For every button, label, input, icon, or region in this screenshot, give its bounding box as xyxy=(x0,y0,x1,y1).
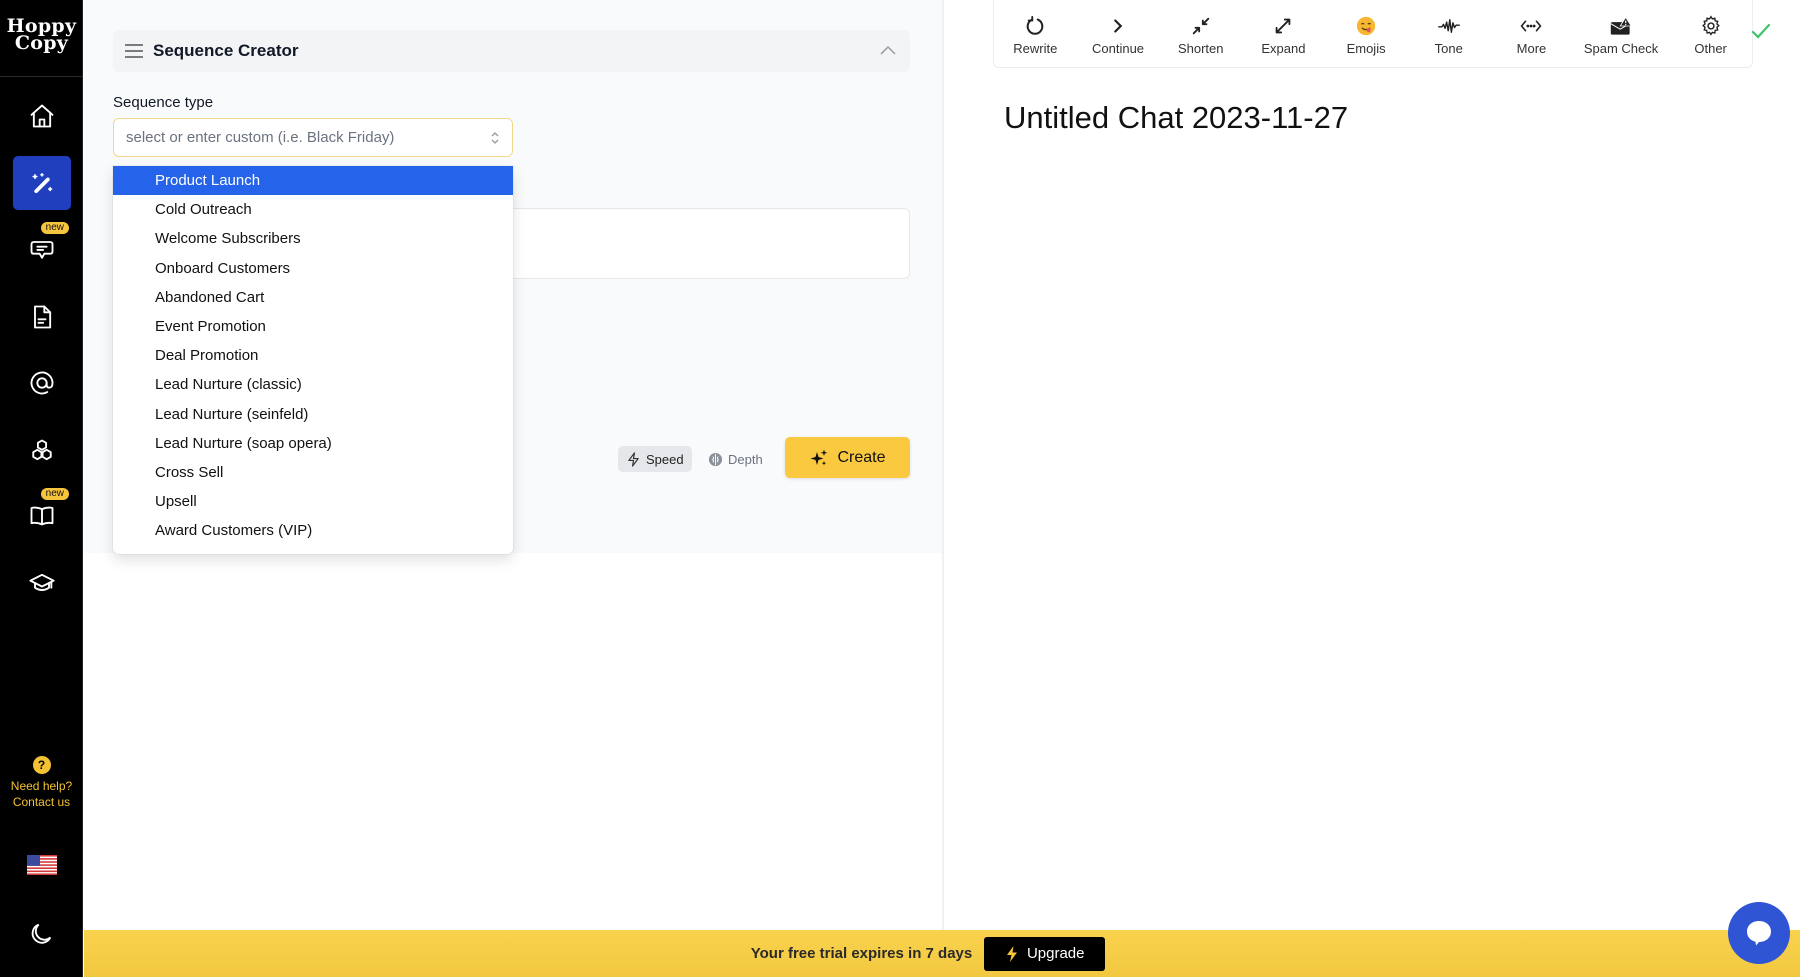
chevron-right-icon xyxy=(1114,19,1123,33)
new-badge: new xyxy=(40,488,69,500)
help-line-1: Need help? xyxy=(10,779,73,793)
us-flag-icon[interactable] xyxy=(27,855,57,875)
sidebar-item-documents[interactable] xyxy=(13,290,71,344)
depth-mode-toggle[interactable]: Depth xyxy=(700,446,771,472)
dropdown-option[interactable]: Welcome Subscribers xyxy=(113,224,513,253)
panel-divider[interactable] xyxy=(942,0,944,930)
tool-label: Shorten xyxy=(1177,41,1224,56)
sequence-type-label: Sequence type xyxy=(113,94,214,111)
trial-message: Your free trial expires in 7 days xyxy=(750,945,973,962)
editor-toolbar: Rewrite Continue Shorten Expand Emojis T… xyxy=(993,0,1753,68)
select-updown-icon xyxy=(491,132,499,144)
check-icon xyxy=(1751,23,1771,39)
tool-continue[interactable]: Continue xyxy=(1077,11,1160,56)
gear-icon xyxy=(1701,15,1720,36)
chat-title[interactable]: Untitled Chat 2023-11-27 xyxy=(1004,100,1348,136)
chat-icon xyxy=(30,241,54,259)
sidebar-divider xyxy=(0,76,83,77)
logo[interactable]: Hoppy Copy xyxy=(0,17,83,54)
dropdown-option[interactable]: Onboard Customers xyxy=(113,254,513,283)
home-icon xyxy=(30,104,54,128)
sidebar-item-academy[interactable] xyxy=(13,556,71,610)
create-label: Create xyxy=(837,448,886,466)
tool-label: Tone xyxy=(1434,41,1463,56)
sidebar-item-templates[interactable] xyxy=(13,424,71,478)
moon-icon[interactable] xyxy=(27,920,55,948)
upgrade-button[interactable]: Upgrade xyxy=(984,936,1106,971)
sequence-type-placeholder: select or enter custom (i.e. Black Frida… xyxy=(126,129,395,146)
sidebar-item-sequence-creator[interactable] xyxy=(13,156,71,210)
sidebar-item-library[interactable]: new xyxy=(13,488,71,542)
brain-icon xyxy=(708,452,723,466)
tool-label: Spam Check xyxy=(1583,41,1659,56)
dropdown-option[interactable]: Upsell xyxy=(113,487,513,516)
chevron-up-icon[interactable] xyxy=(880,45,896,55)
sidebar-item-email[interactable] xyxy=(13,356,71,410)
tool-label: Rewrite xyxy=(1013,41,1058,56)
document-icon xyxy=(34,305,52,329)
help-contact-link[interactable]: ? Need help? Contact us xyxy=(0,756,83,810)
tool-label: Expand xyxy=(1261,41,1306,56)
expand-icon xyxy=(1276,18,1291,34)
rewrite-icon xyxy=(1027,15,1044,35)
help-line-2: Contact us xyxy=(12,795,71,809)
graduation-cap-icon xyxy=(29,573,55,591)
dropdown-option[interactable]: Deal Promotion xyxy=(113,341,513,370)
at-sign-icon xyxy=(30,371,54,395)
emoji-icon xyxy=(1356,16,1376,36)
cubes-icon xyxy=(32,439,52,461)
lightning-icon xyxy=(628,451,639,467)
tool-other[interactable]: Other xyxy=(1669,11,1752,56)
tool-rewrite[interactable]: Rewrite xyxy=(994,11,1077,56)
magic-wand-icon xyxy=(32,172,53,194)
panel-title: Sequence Creator xyxy=(153,41,299,60)
help-icon: ? xyxy=(32,756,51,774)
hamburger-menu-icon[interactable] xyxy=(124,44,144,58)
tool-label: Continue xyxy=(1092,41,1145,56)
shorten-icon xyxy=(1192,17,1209,35)
sequence-creator-header[interactable]: Sequence Creator xyxy=(113,30,910,72)
tool-spam-check[interactable]: Spam Check xyxy=(1573,11,1669,56)
depth-label: Depth xyxy=(728,451,763,467)
tool-label: Other xyxy=(1694,41,1727,56)
upgrade-label: Upgrade xyxy=(1026,945,1085,962)
sequence-type-select[interactable]: select or enter custom (i.e. Black Frida… xyxy=(113,118,513,157)
tool-label: More xyxy=(1516,41,1547,56)
dropdown-option[interactable]: Lead Nurture (soap opera) xyxy=(113,429,513,458)
lightning-icon xyxy=(1006,945,1017,962)
tool-expand[interactable]: Expand xyxy=(1242,11,1325,56)
dropdown-option[interactable]: Lead Nurture (seinfeld) xyxy=(113,400,513,429)
tool-shorten[interactable]: Shorten xyxy=(1159,11,1242,56)
logo-line-2: Copy xyxy=(14,32,69,54)
support-chat-button[interactable] xyxy=(1728,902,1790,964)
trial-banner: Your free trial expires in 7 days Upgrad… xyxy=(84,930,1800,977)
dropdown-option[interactable]: Award Customers (VIP) xyxy=(113,516,513,545)
chat-bubble-icon xyxy=(1747,921,1771,946)
tool-emojis[interactable]: Emojis xyxy=(1325,11,1408,56)
code-dots-icon xyxy=(1521,20,1542,32)
sparkles-icon xyxy=(810,449,828,465)
dropdown-option[interactable]: Cold Outreach xyxy=(113,195,513,224)
spam-check-icon xyxy=(1610,16,1632,35)
sequence-type-dropdown: Product Launch Cold Outreach Welcome Sub… xyxy=(113,166,513,554)
dropdown-option[interactable]: Product Launch xyxy=(113,166,513,196)
book-icon xyxy=(30,506,54,526)
waveform-icon xyxy=(1437,19,1460,33)
sidebar: Hoppy Copy new new ? Need help? Contact … xyxy=(0,0,83,977)
tool-more[interactable]: More xyxy=(1490,11,1573,56)
speed-mode-toggle[interactable]: Speed xyxy=(618,446,692,472)
dropdown-option[interactable]: Event Promotion xyxy=(113,312,513,341)
dropdown-option[interactable]: Lead Nurture (classic) xyxy=(113,370,513,399)
output-area xyxy=(84,553,942,930)
tool-tone[interactable]: Tone xyxy=(1407,11,1490,56)
speed-label: Speed xyxy=(646,451,684,467)
tool-label: Emojis xyxy=(1346,41,1386,56)
sidebar-item-home[interactable] xyxy=(13,89,71,143)
create-button[interactable]: Create xyxy=(785,437,910,478)
dropdown-option[interactable]: Cross Sell xyxy=(113,458,513,487)
sidebar-item-chat[interactable]: new xyxy=(13,222,71,276)
dropdown-option[interactable]: Abandoned Cart xyxy=(113,283,513,312)
new-badge: new xyxy=(40,222,69,234)
description-input[interactable] xyxy=(513,208,910,279)
